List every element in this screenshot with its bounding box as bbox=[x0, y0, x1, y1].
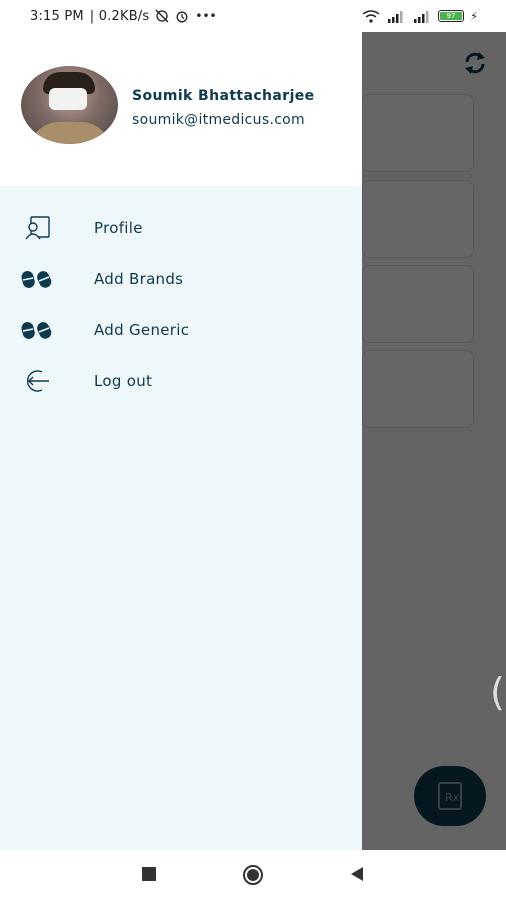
battery-level: 97 bbox=[440, 12, 462, 20]
more-icon: ••• bbox=[195, 9, 217, 23]
status-bar: 3:15 PM | 0.2KB/s ••• 97 ⚡ bbox=[0, 0, 506, 32]
menu-label-add-brands: Add Brands bbox=[94, 269, 184, 288]
home-button[interactable] bbox=[242, 864, 264, 886]
menu-label-add-generic: Add Generic bbox=[94, 320, 190, 339]
wifi-icon bbox=[362, 9, 380, 23]
alarm-icon bbox=[176, 11, 188, 23]
menu-item-add-generic[interactable]: Add Generic bbox=[0, 304, 362, 355]
menu-item-add-brands[interactable]: Add Brands bbox=[0, 253, 362, 304]
menu-label-profile: Profile bbox=[94, 218, 143, 237]
back-button[interactable] bbox=[349, 866, 365, 882]
status-left: 3:15 PM | 0.2KB/s ••• bbox=[30, 9, 217, 24]
system-nav-bar bbox=[0, 850, 506, 900]
drawer-menu: Profile Add Brands Add Generic Log out bbox=[0, 202, 362, 406]
navigation-drawer: Soumik Bhattacharjee soumik@itmedicus.co… bbox=[0, 32, 362, 850]
recents-button[interactable] bbox=[141, 866, 157, 882]
status-net-speed: | 0.2KB/s bbox=[89, 8, 150, 24]
pills-icon bbox=[20, 315, 54, 345]
menu-item-profile[interactable]: Profile bbox=[0, 202, 362, 253]
menu-item-logout[interactable]: Log out bbox=[0, 355, 362, 406]
avatar[interactable] bbox=[21, 66, 118, 144]
signal-icon bbox=[388, 10, 403, 23]
status-right: 97 ⚡ bbox=[362, 10, 478, 23]
pills-icon bbox=[20, 264, 54, 294]
partial-glyph: ( bbox=[490, 670, 505, 714]
drawer-header: Soumik Bhattacharjee soumik@itmedicus.co… bbox=[0, 32, 362, 186]
battery-icon: 97 bbox=[438, 10, 465, 22]
sync-disabled-icon bbox=[155, 9, 169, 23]
menu-label-logout: Log out bbox=[94, 371, 153, 390]
profile-icon bbox=[20, 213, 54, 243]
logout-icon bbox=[20, 366, 54, 396]
charging-icon: ⚡ bbox=[470, 9, 478, 23]
user-name: Soumik Bhattacharjee bbox=[132, 88, 315, 104]
signal-icon bbox=[414, 10, 429, 23]
status-time: 3:15 PM bbox=[30, 8, 84, 24]
user-email: soumik@itmedicus.com bbox=[132, 112, 305, 128]
